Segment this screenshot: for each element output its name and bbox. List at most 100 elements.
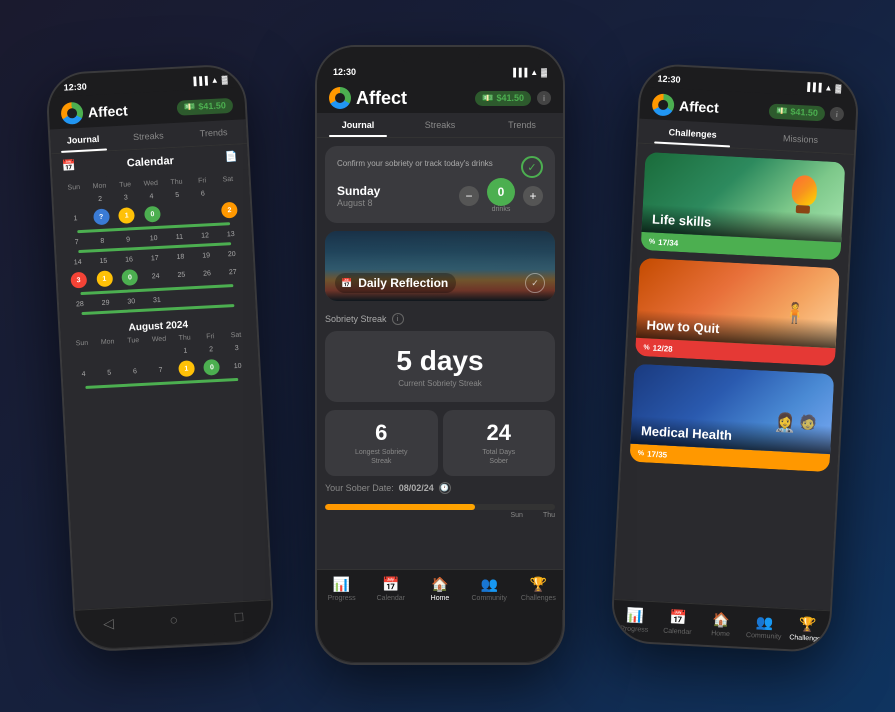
- back-icon: ◁: [103, 615, 115, 633]
- center-money-badge: 💵 $41.50: [475, 91, 531, 106]
- streak-stats-row: 6 Longest SobrietyStreak 24 Total DaysSo…: [325, 410, 555, 476]
- challenge-how-to-quit[interactable]: 🧍 How to Quit % 12/28: [635, 258, 840, 366]
- center-nav-progress[interactable]: 📊 Progress: [317, 576, 366, 602]
- center-status-time: 12:30: [333, 67, 356, 77]
- left-status-time: 12:30: [63, 81, 87, 92]
- phone-center: 12:30 ▐▐▐ ▲ ▓ Affect 💵 $41.50 i: [315, 45, 565, 665]
- confirm-day: Sunday: [337, 184, 380, 198]
- center-nav-challenges[interactable]: 🏆 Challenges: [514, 576, 563, 602]
- right-info-btn[interactable]: i: [830, 107, 845, 122]
- sober-date-value: 08/02/24: [399, 483, 434, 493]
- tab-trends[interactable]: Trends: [481, 113, 563, 137]
- center-bottom-nav: 📊 Progress 📅 Calendar 🏠 Home 👥 Community…: [317, 569, 563, 610]
- streak-section-header: Sobriety Streak i: [325, 309, 555, 331]
- calendar-small-icon: 📅: [341, 278, 352, 289]
- center-nav-community[interactable]: 👥 Community: [465, 576, 514, 602]
- strip-labels: Sun Thu: [325, 512, 555, 519]
- center-status-icons: ▐▐▐ ▲ ▓: [510, 68, 547, 77]
- tab-streaks-left[interactable]: Streaks: [115, 123, 181, 150]
- confirm-label: Confirm your sobriety or track today's d…: [337, 159, 493, 168]
- sober-date-info-icon[interactable]: 🕐: [439, 482, 451, 494]
- right-home-icon: 🏠: [712, 611, 730, 629]
- right-nav-home[interactable]: 🏠 Home: [699, 611, 744, 639]
- counter-display: 0 drinks: [487, 178, 515, 213]
- decrement-btn[interactable]: −: [459, 186, 479, 206]
- medical-progress-label: 17/35: [647, 449, 667, 459]
- right-nav-progress[interactable]: 📊 Progress: [612, 606, 657, 634]
- life-progress-icon: %: [649, 238, 656, 245]
- phone-right: 12:30 ▐▐▐ ▲ ▓ Affect 💵 $41.50 i: [610, 63, 860, 654]
- center-money-val: $41.50: [496, 93, 524, 103]
- money-icon: 💵: [184, 101, 196, 113]
- right-challenges-icon: 🏆: [798, 616, 816, 634]
- progress-strip: [325, 504, 555, 510]
- longest-num: 6: [333, 420, 430, 446]
- longest-label: Longest SobrietyStreak: [333, 448, 430, 466]
- streak-sublabel: Current Sobriety Streak: [337, 379, 543, 388]
- balloon-body: [791, 175, 818, 206]
- life-progress-label: 17/34: [658, 237, 678, 247]
- center-header-right: 💵 $41.50 i: [475, 91, 551, 106]
- circle-icon: ○: [169, 611, 178, 627]
- daily-reflection-card[interactable]: 📅 Daily Reflection ✓: [325, 231, 555, 301]
- tab-journal[interactable]: Journal: [317, 113, 399, 137]
- right-cal-icon: 📅: [669, 609, 687, 627]
- scene: 12:30 ▐▐▐ ▲ ▓ Affect 💵 $41.50 Jou: [0, 0, 895, 712]
- right-nav-challenges[interactable]: 🏆 Challenges: [785, 615, 830, 643]
- right-app-logo: Affect: [652, 93, 720, 118]
- home-nav-icon: 🏠: [431, 576, 448, 593]
- left-logo-circle: [61, 102, 84, 125]
- tab-trends-left[interactable]: Trends: [180, 119, 246, 146]
- right-challenges-label: Challenges: [789, 634, 824, 643]
- progress-strip-container: Sun Thu: [325, 504, 555, 519]
- sober-date-row: Your Sober Date: 08/02/24 🕐: [325, 476, 555, 500]
- right-progress-label: Progress: [620, 625, 648, 633]
- wifi-icon: ▲: [211, 75, 219, 84]
- quit-progress-icon: %: [643, 344, 650, 351]
- streak-label: Sobriety Streak: [325, 314, 387, 324]
- total-days-box: 24 Total DaysSober: [443, 410, 556, 476]
- increment-btn[interactable]: +: [523, 186, 543, 206]
- check-icon[interactable]: ✓: [521, 156, 543, 178]
- doc-icon: 📄: [225, 152, 238, 164]
- reflection-check-icon[interactable]: ✓: [525, 273, 545, 293]
- right-wifi: ▲: [824, 83, 832, 92]
- challenge-life-skills[interactable]: Life skills % 17/34: [641, 152, 846, 260]
- right-nav-community[interactable]: 👥 Community: [742, 613, 787, 641]
- center-info-btn[interactable]: i: [537, 91, 551, 105]
- right-logo-inner: [658, 100, 669, 111]
- home-nav-label: Home: [431, 595, 450, 602]
- battery-icon: ▓: [221, 75, 227, 84]
- center-nav-calendar[interactable]: 📅 Calendar: [366, 576, 415, 602]
- right-status-time: 12:30: [657, 74, 681, 85]
- left-nav-home[interactable]: ○: [141, 610, 207, 630]
- quit-title: How to Quit: [646, 317, 720, 336]
- center-app-logo: Affect: [329, 87, 407, 109]
- medical-progress-icon: %: [638, 450, 645, 457]
- confirm-top-row: Confirm your sobriety or track today's d…: [337, 156, 543, 178]
- right-signal: ▐▐▐: [804, 82, 821, 92]
- left-nav-back[interactable]: ◁: [75, 613, 141, 633]
- streak-info-icon[interactable]: i: [392, 313, 404, 325]
- challenge-medical-health[interactable]: 👩‍⚕️ 🧑 Medical Health % 17/35: [629, 364, 834, 472]
- right-home-label: Home: [711, 630, 730, 638]
- counter-label: drinks: [487, 206, 515, 213]
- right-money-val: $41.50: [790, 107, 818, 118]
- left-nav-recent[interactable]: □: [206, 607, 272, 627]
- center-app-header: Affect 💵 $41.50 i: [317, 81, 563, 113]
- left-money-val: $41.50: [198, 100, 226, 111]
- tab-streaks[interactable]: Streaks: [399, 113, 481, 137]
- right-community-icon: 👥: [755, 613, 773, 631]
- total-label: Total DaysSober: [451, 448, 548, 466]
- quit-progress-label: 12/28: [652, 343, 672, 353]
- center-battery: ▓: [541, 68, 547, 77]
- calendar-grid: Sun Mon Tue Wed Thu Fri Sat 2 3 4 5 6: [53, 169, 260, 398]
- challenges-nav-label: Challenges: [521, 595, 556, 602]
- drink-counter: − 0 drinks +: [459, 178, 543, 213]
- calendar-icon: 📅: [61, 159, 75, 173]
- medical-title: Medical Health: [641, 423, 733, 443]
- center-nav-home[interactable]: 🏠 Home: [415, 576, 464, 602]
- right-nav-calendar[interactable]: 📅 Calendar: [656, 608, 701, 636]
- right-app-name: Affect: [679, 98, 719, 116]
- tab-journal-left[interactable]: Journal: [50, 126, 116, 153]
